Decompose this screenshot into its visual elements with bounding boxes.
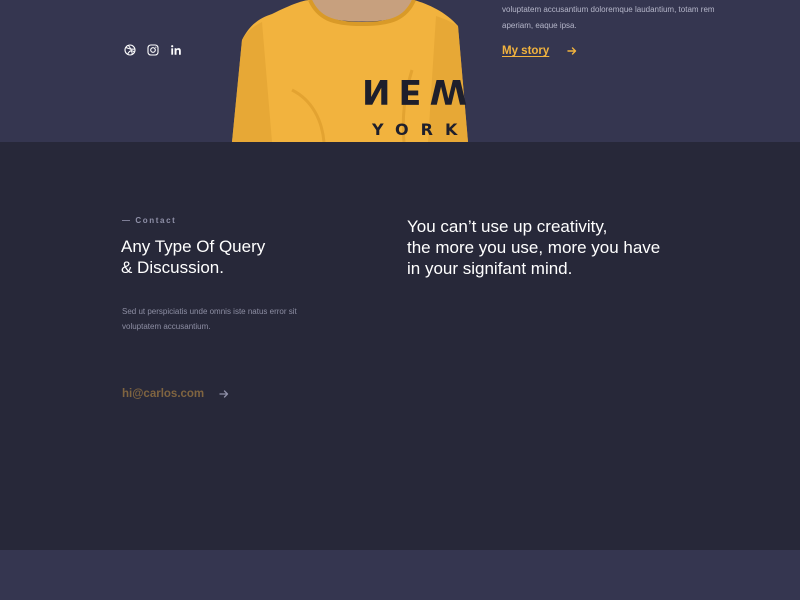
profile-photo: NEW YORK [232,0,468,142]
dribbble-icon[interactable] [123,43,136,56]
about-section: NEW YORK voluptatem accusantium doloremq… [0,0,800,142]
contact-description: Sed ut perspiciatis unde omnis iste natu… [122,307,297,331]
contact-eyebrow: — Contact [122,216,177,225]
shirt-print-line2: YORK [372,120,468,139]
email-link[interactable]: hi@carlos.com [122,388,229,400]
linkedin-icon[interactable] [169,43,182,56]
social-links [123,43,182,56]
about-paragraph: voluptatem accusantium doloremque laudan… [502,5,715,30]
instagram-icon[interactable] [146,43,159,56]
shirt-print-line1: NEW [362,71,468,111]
arrow-right-icon [219,390,229,398]
my-story-label: My story [502,45,550,57]
email-address: hi@carlos.com [122,388,205,400]
contact-heading: Any Type Of Query & Discussion. [121,237,266,277]
my-story-link[interactable]: My story [502,45,577,57]
arrow-right-icon [567,47,577,55]
creativity-quote: You can’t use up creativity, the more yo… [407,217,661,278]
footer [0,550,800,600]
contact-section: — Contact Any Type Of Query & Discussion… [0,142,800,550]
